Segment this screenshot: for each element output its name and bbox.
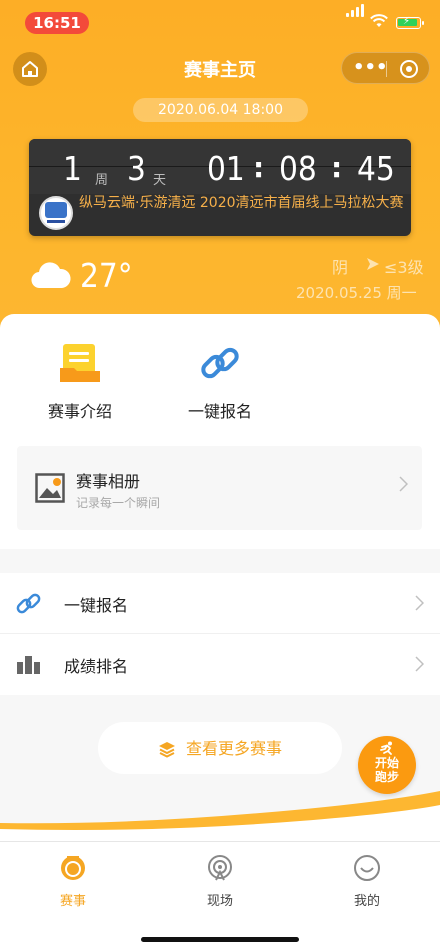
hero-header: 16:51 ⚡ 赛事主页 ••• 2020.06.04 18:00 1 周 3 [0, 0, 440, 345]
main-card: 赛事介绍 一键报名 赛事相册 记录每一个瞬间 [0, 314, 440, 549]
more-menu-icon[interactable]: ••• [353, 53, 388, 83]
chevron-right-icon [399, 476, 408, 492]
battery-icon: ⚡ [396, 16, 424, 29]
link-icon [201, 347, 239, 379]
tab-live[interactable]: 现场 [147, 854, 293, 909]
wind-level: ≤3级 [384, 258, 424, 277]
document-folder-icon [60, 344, 100, 382]
running-icon [380, 741, 392, 755]
race-name: 纵马云端·乐游清远 2020清远市首届线上马拉松大赛 [79, 195, 404, 211]
countdown-hours: 01 [207, 149, 245, 188]
wifi-icon [370, 14, 388, 27]
more-events-button[interactable]: 查看更多赛事 [98, 722, 342, 774]
weather-date: 2020.05.25 周一 [296, 284, 417, 302]
list-item-register[interactable]: 一键报名 [0, 573, 440, 633]
status-time: 16:51 [25, 12, 89, 34]
temperature: 27° [80, 256, 133, 295]
list-item-label: 成绩排名 [64, 657, 129, 676]
list-item-ranking[interactable]: 成绩排名 [0, 634, 440, 694]
home-indicator [141, 937, 299, 942]
tab-events[interactable]: 赛事 [0, 854, 146, 909]
chevron-right-icon [415, 656, 424, 672]
race-info: 纵马云端·乐游清远 2020清远市首届线上马拉松大赛 [33, 194, 407, 232]
bar-chart-icon [17, 656, 40, 674]
countdown-weeks: 1 [63, 149, 82, 188]
wind-direction-icon [367, 258, 379, 270]
countdown-days: 3 [127, 149, 146, 188]
section-divider [0, 549, 440, 573]
status-bar: 16:51 ⚡ [0, 0, 440, 44]
countdown-seconds: 45 [357, 149, 395, 188]
chevron-right-icon [415, 595, 424, 611]
countdown-minutes: 08 [279, 149, 317, 188]
start-run-button[interactable]: 开始跑步 [358, 736, 416, 794]
quick-action-intro[interactable]: 赛事介绍 [20, 342, 140, 422]
cloud-icon [31, 262, 71, 289]
close-mini-program-icon[interactable] [400, 60, 418, 78]
image-icon [35, 473, 65, 503]
more-events-label: 查看更多赛事 [185, 738, 282, 758]
start-run-label: 开始跑步 [374, 756, 399, 784]
race-logo [39, 196, 73, 230]
countdown-board: 1 周 3 天 01 : 08 : 45 纵马云端·乐游清远 2020清远市首届… [29, 139, 411, 236]
countdown-colon: : [253, 151, 265, 184]
album-entry[interactable]: 赛事相册 记录每一个瞬间 [17, 446, 422, 530]
weather-condition: 阴 [332, 258, 349, 277]
list-item-label: 一键报名 [64, 596, 129, 615]
link-icon [16, 593, 41, 614]
quick-action-label: 赛事介绍 [47, 402, 112, 421]
countdown-weeks-unit: 周 [95, 173, 109, 188]
tab-mine[interactable]: 我的 [294, 854, 440, 909]
countdown-colon: : [331, 151, 343, 184]
tab-bar: 赛事 现场 我的 [0, 841, 440, 952]
album-subtitle: 记录每一个瞬间 [76, 496, 161, 510]
quick-action-register[interactable]: 一键报名 [160, 342, 280, 422]
tab-label: 我的 [353, 894, 380, 909]
medal-icon [61, 856, 85, 880]
event-datetime: 2020.06.04 18:00 [133, 98, 308, 122]
album-title: 赛事相册 [76, 472, 141, 491]
mini-program-capsule: ••• [341, 52, 430, 84]
smile-icon [354, 855, 380, 881]
tab-label: 赛事 [59, 894, 86, 909]
broadcast-icon [208, 855, 232, 881]
countdown-days-unit: 天 [153, 173, 167, 188]
quick-action-label: 一键报名 [187, 402, 252, 421]
tab-label: 现场 [206, 894, 233, 909]
layers-icon [158, 741, 175, 758]
